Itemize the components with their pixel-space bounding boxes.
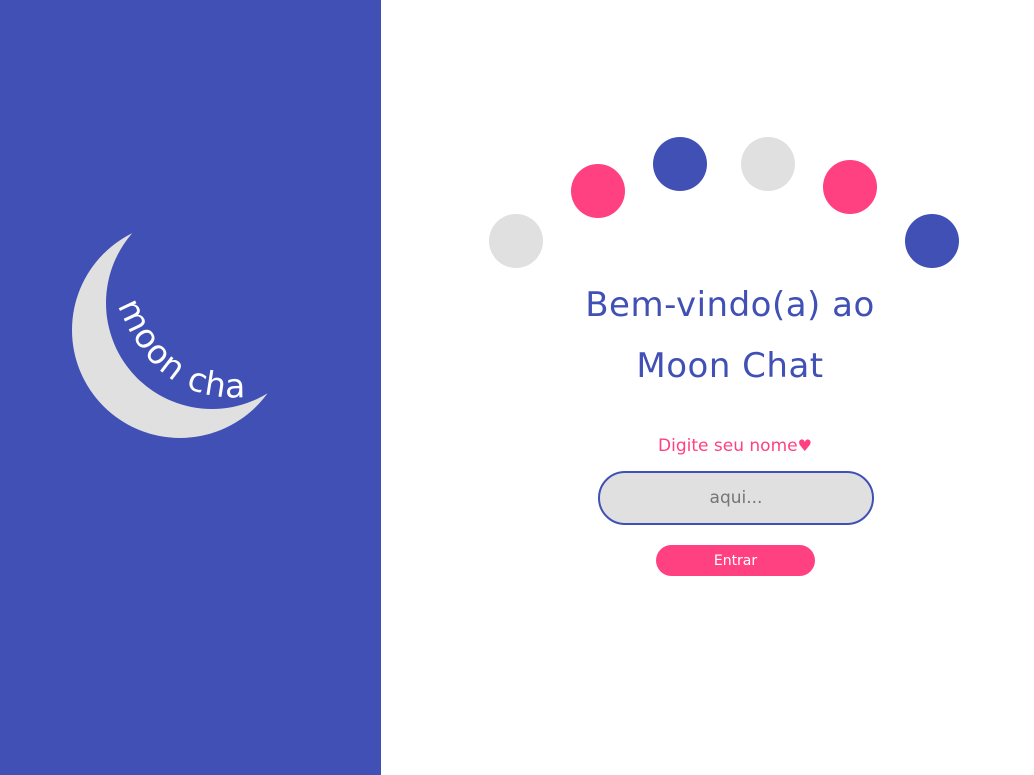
welcome-heading: Bem-vindo(a) ao Moon Chat [560,275,900,397]
decor-dot-pink-1 [571,164,625,218]
welcome-line-2: Moon Chat [636,346,824,386]
moon-icon [72,222,288,438]
welcome-line-1: Bem-vindo(a) ao [585,285,875,325]
decor-dot-pink-2 [823,160,877,214]
name-input[interactable] [598,471,874,525]
enter-button[interactable]: Entrar [656,545,815,576]
decor-dot-gray-2 [741,137,795,191]
decor-dot-blue-2 [905,214,959,268]
name-field-label: Digite seu nome♥ [620,432,850,460]
decor-dot-blue-1 [653,137,707,191]
heart-icon: ♥ [797,436,812,455]
moon-chat-logo: moon chat [60,215,288,438]
login-page: moon chat Bem-vindo(a) ao Moon Chat Digi… [0,0,1034,775]
name-label-text: Digite seu nome [658,436,798,456]
decor-dot-gray-1 [489,214,543,268]
brand-panel: moon chat [0,0,381,775]
